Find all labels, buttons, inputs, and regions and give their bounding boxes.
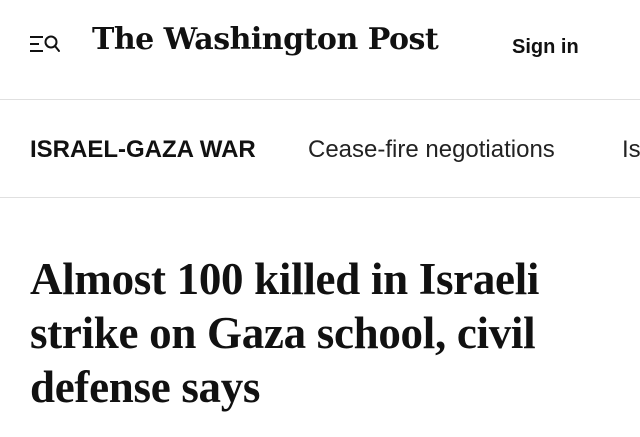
nav-link-truncated[interactable]: Is — [622, 136, 640, 164]
menu-search-button[interactable] — [30, 32, 64, 60]
nav-topic-israel-gaza-war[interactable]: ISRAEL-GAZA WAR — [30, 136, 256, 164]
site-header: The Washington Post Sign in — [0, 0, 640, 100]
article-headline: Almost 100 killed in Israeli strike on G… — [30, 254, 540, 412]
site-logo[interactable]: The Washington Post — [92, 22, 439, 57]
menu-search-icon — [30, 35, 60, 52]
nav-link-cease-fire-negotiations[interactable]: Cease-fire negotiations — [308, 136, 555, 164]
sign-in-button[interactable]: Sign in — [512, 36, 579, 59]
topic-nav-bar: ISRAEL-GAZA WAR Cease-fire negotiations … — [0, 100, 640, 198]
